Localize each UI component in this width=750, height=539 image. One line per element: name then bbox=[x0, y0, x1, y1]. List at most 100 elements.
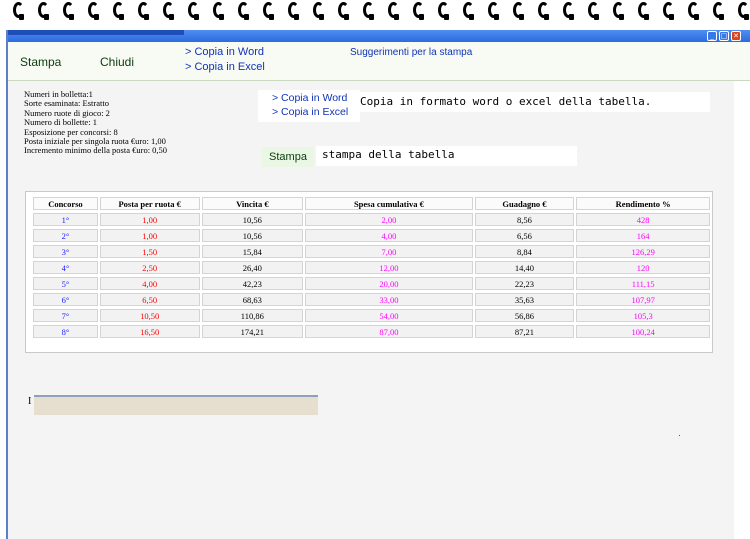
chiudi-button[interactable]: Chiudi bbox=[100, 55, 134, 69]
table-cell: 87,00 bbox=[305, 325, 473, 338]
print-button[interactable]: Stampa bbox=[262, 147, 314, 167]
spiral-ring-icon bbox=[563, 2, 574, 20]
table-cell: 1,00 bbox=[99, 229, 200, 242]
copy-description: Copia in formato word o excel della tabe… bbox=[354, 92, 710, 112]
copy-word-link[interactable]: > Copia in Word bbox=[272, 92, 347, 104]
suggerimenti-link[interactable]: Suggerimenti per la stampa bbox=[350, 47, 472, 58]
table-cell: 100,24 bbox=[576, 325, 710, 338]
table-cell: 110,86 bbox=[201, 309, 304, 322]
table-cell: 428 bbox=[576, 213, 710, 226]
spiral-ring-icon bbox=[38, 2, 49, 20]
table-cell: 87,21 bbox=[474, 325, 575, 338]
spiral-ring-icon bbox=[588, 2, 599, 20]
column-header: Vincita € bbox=[201, 197, 304, 210]
spiral-ring-icon bbox=[688, 2, 699, 20]
table-cell: 105,3 bbox=[576, 309, 710, 322]
spiral-ring-icon bbox=[388, 2, 399, 20]
table-cell: 8,84 bbox=[474, 245, 575, 258]
table-cell: 174,21 bbox=[201, 325, 304, 338]
column-header: Rendimento % bbox=[576, 197, 710, 210]
table-cell: 12,00 bbox=[305, 261, 473, 274]
table-cell: 107,97 bbox=[576, 293, 710, 306]
copy-excel-link[interactable]: > Copia in Excel bbox=[272, 106, 348, 118]
cursor-glyph: I bbox=[28, 396, 32, 407]
table-header-row: Concorso Posta per ruota € Vincita € Spe… bbox=[33, 197, 710, 210]
spiral-ring-icon bbox=[613, 2, 624, 20]
settings-summary: Numeri in bolletta:1 Sorte esaminata: Es… bbox=[24, 89, 168, 156]
report-window: _ □ ✕ Stampa Chiudi > Copia in Word > Co… bbox=[6, 30, 750, 539]
minimize-button[interactable]: _ bbox=[707, 31, 717, 41]
table-cell: 10,50 bbox=[99, 309, 200, 322]
table-row: 4° 2,50 26,40 12,00 14,40 120 bbox=[33, 261, 710, 274]
table-row: 7° 10,50 110,86 54,00 56,86 105,3 bbox=[33, 309, 710, 322]
table-cell: 6,56 bbox=[474, 229, 575, 242]
table-cell: 111,15 bbox=[576, 277, 710, 290]
footer-bar bbox=[34, 395, 318, 415]
table-cell: 2,50 bbox=[99, 261, 200, 274]
spiral-ring-icon bbox=[363, 2, 374, 20]
table-cell: 68,63 bbox=[201, 293, 304, 306]
table-cell: 10,56 bbox=[201, 229, 304, 242]
table-cell: 2,00 bbox=[305, 213, 473, 226]
table-cell: 2° bbox=[33, 229, 98, 242]
table-cell: 20,00 bbox=[305, 277, 473, 290]
close-button[interactable]: ✕ bbox=[731, 31, 741, 41]
table-cell: 35,63 bbox=[474, 293, 575, 306]
stampa-button[interactable]: Stampa bbox=[20, 55, 61, 69]
table-row: 5° 4,00 42,23 20,00 22,23 111,15 bbox=[33, 277, 710, 290]
spiral-ring-icon bbox=[63, 2, 74, 20]
copia-excel-link[interactable]: > Copia in Excel bbox=[185, 61, 265, 73]
maximize-button[interactable]: □ bbox=[719, 31, 729, 41]
table-cell: 6,50 bbox=[99, 293, 200, 306]
table-cell: 14,40 bbox=[474, 261, 575, 274]
spiral-ring-icon bbox=[288, 2, 299, 20]
table-cell: 54,00 bbox=[305, 309, 473, 322]
results-table: Concorso Posta per ruota € Vincita € Spe… bbox=[31, 194, 712, 341]
spiral-ring-icon bbox=[338, 2, 349, 20]
table-cell: 120 bbox=[576, 261, 710, 274]
table-cell: 56,86 bbox=[474, 309, 575, 322]
table-cell: 126,29 bbox=[576, 245, 710, 258]
table-cell: 4° bbox=[33, 261, 98, 274]
column-header: Guadagno € bbox=[474, 197, 575, 210]
table-cell: 22,23 bbox=[474, 277, 575, 290]
spiral-ring-icon bbox=[13, 2, 24, 20]
copy-panel: > Copia in Word > Copia in Excel bbox=[258, 90, 360, 122]
copia-word-link[interactable]: > Copia in Word bbox=[185, 46, 264, 58]
info-line: Incremento minimo della posta €uro: 0,50 bbox=[24, 145, 168, 156]
table-cell: 4,00 bbox=[99, 277, 200, 290]
table-cell: 164 bbox=[576, 229, 710, 242]
table-row: 6° 6,50 68,63 33,00 35,63 107,97 bbox=[33, 293, 710, 306]
table-cell: 26,40 bbox=[201, 261, 304, 274]
spiral-ring-icon bbox=[88, 2, 99, 20]
table-cell: 33,00 bbox=[305, 293, 473, 306]
results-table-container: Concorso Posta per ruota € Vincita € Spe… bbox=[25, 191, 713, 353]
title-bar: _ □ ✕ bbox=[8, 30, 750, 42]
table-cell: 42,23 bbox=[201, 277, 304, 290]
table-cell: 15,84 bbox=[201, 245, 304, 258]
spiral-ring-icon bbox=[213, 2, 224, 20]
table-row: 2° 1,00 10,56 4,00 6,56 164 bbox=[33, 229, 710, 242]
column-header: Concorso bbox=[33, 197, 98, 210]
table-row: 3° 1,50 15,84 7,00 8,84 126,29 bbox=[33, 245, 710, 258]
scrollbar[interactable] bbox=[734, 81, 750, 539]
table-row: 1° 1,00 10,56 2,00 8,56 428 bbox=[33, 213, 710, 226]
table-cell: 7° bbox=[33, 309, 98, 322]
spiral-ring-icon bbox=[538, 2, 549, 20]
table-cell: 8,56 bbox=[474, 213, 575, 226]
spiral-ring-icon bbox=[263, 2, 274, 20]
spiral-ring-icon bbox=[438, 2, 449, 20]
spiral-binding bbox=[0, 0, 750, 30]
table-cell: 4,00 bbox=[305, 229, 473, 242]
table-cell: 1,00 bbox=[99, 213, 200, 226]
spiral-ring-icon bbox=[188, 2, 199, 20]
table-cell: 5° bbox=[33, 277, 98, 290]
spiral-ring-icon bbox=[163, 2, 174, 20]
spiral-ring-icon bbox=[113, 2, 124, 20]
spiral-ring-icon bbox=[638, 2, 649, 20]
spiral-ring-icon bbox=[713, 2, 724, 20]
spiral-ring-icon bbox=[238, 2, 249, 20]
table-cell: 3° bbox=[33, 245, 98, 258]
table-cell: 7,00 bbox=[305, 245, 473, 258]
column-header: Spesa cumulativa € bbox=[305, 197, 473, 210]
